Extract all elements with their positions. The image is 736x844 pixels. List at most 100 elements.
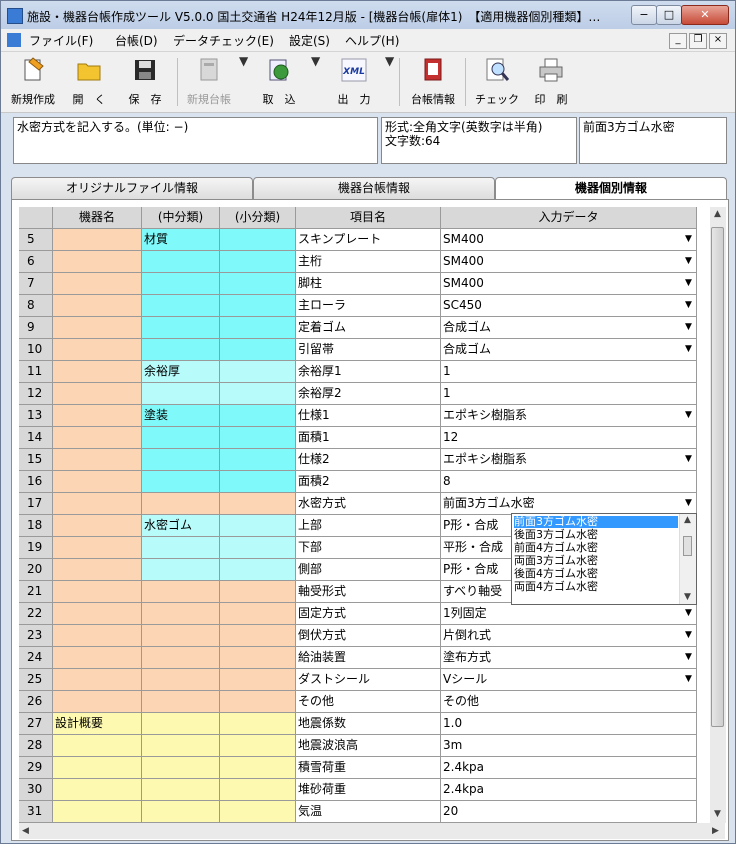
cell-input-data[interactable]: 1 [441, 383, 697, 405]
new-ledger-dropdown-icon[interactable]: ▼ [239, 54, 248, 110]
cell-input-data[interactable]: その他 [441, 691, 697, 713]
dropdown-scrollbar[interactable]: ▲ ▼ [679, 514, 696, 604]
dropdown-arrow-icon[interactable]: ▼ [681, 649, 696, 665]
dropdown-arrow-icon[interactable]: ▼ [681, 627, 696, 643]
cell-equipment-name: 設計概要 [53, 713, 142, 735]
dropdown-arrow-icon[interactable]: ▼ [681, 407, 696, 423]
close-button[interactable]: ✕ [681, 5, 729, 25]
cell-middle-class [142, 801, 220, 823]
cell-item-name: ダストシール [296, 669, 441, 691]
vertical-scrollbar[interactable]: ▲ ▼ [710, 207, 726, 823]
header-input-data[interactable]: 入力データ [441, 207, 697, 229]
scroll-up-icon[interactable]: ▲ [714, 209, 721, 219]
cell-middle-class [142, 735, 220, 757]
dropdown-option[interactable]: 前面3方ゴム水密 [514, 516, 678, 528]
menu-data-check[interactable]: データチェック(E) [173, 32, 274, 49]
current-value-box: 前面3方ゴム水密 [579, 117, 727, 164]
cell-input-data[interactable]: 前面3方ゴム水密 [441, 493, 697, 515]
new-button[interactable]: 新規作成 [5, 54, 61, 110]
import-button[interactable]: 取 込 [253, 54, 305, 110]
dropdown-arrow-icon[interactable]: ▼ [681, 231, 696, 247]
check-button[interactable]: チェック [469, 54, 525, 110]
horizontal-scrollbar[interactable]: ◀ ▶ [19, 823, 725, 839]
dropdown-option[interactable]: 両面4方ゴム水密 [514, 581, 598, 593]
cell-input-data[interactable]: エポキシ樹脂系 [441, 449, 697, 471]
dropdown-arrow-icon[interactable]: ▼ [681, 275, 696, 291]
menu-help[interactable]: ヘルプ(H) [345, 32, 399, 49]
watertight-dropdown-list[interactable]: ▲ ▼ 前面3方ゴム水密 後面3方ゴム水密 前面4方ゴム水密 両面3方ゴム水密 後面4方… [511, 513, 697, 605]
save-button[interactable]: 保 存 [119, 54, 171, 110]
scroll-down-icon[interactable]: ▼ [714, 809, 721, 819]
cell-input-data[interactable]: 20 [441, 801, 697, 823]
cell-input-data[interactable]: 1列固定 [441, 603, 697, 625]
cell-input-data[interactable]: SM400 [441, 273, 697, 295]
cell-input-data[interactable]: 塗布方式 [441, 647, 697, 669]
menu-ledger[interactable]: 台帳(D) [115, 32, 158, 49]
maximize-button[interactable]: □ [656, 5, 682, 25]
menu-file[interactable]: ファイル(F) [29, 32, 93, 49]
dropdown-arrow-icon[interactable]: ▼ [681, 605, 696, 621]
mdi-close-button[interactable]: × [709, 33, 727, 49]
cell-small-class [220, 757, 296, 779]
cell-input-data[interactable]: 2.4kpa [441, 779, 697, 801]
tab-ledger-info[interactable]: 機器台帳情報 [253, 177, 495, 200]
cell-input-data[interactable]: SM400 [441, 251, 697, 273]
dropdown-option[interactable]: 後面3方ゴム水密 [514, 529, 598, 541]
cell-input-data[interactable]: 1.0 [441, 713, 697, 735]
cell-input-data[interactable]: 片倒れ式 [441, 625, 697, 647]
cell-input-data[interactable]: 3m [441, 735, 697, 757]
cell-middle-class [142, 647, 220, 669]
dropdown-arrow-icon[interactable]: ▼ [681, 495, 696, 511]
cell-input-data[interactable]: 8 [441, 471, 697, 493]
print-button[interactable]: 印 刷 [525, 54, 577, 110]
table-row: 12 余裕厚2 1 [19, 383, 697, 405]
header-equipment-name[interactable]: 機器名 [53, 207, 142, 229]
menu-settings[interactable]: 設定(S) [289, 32, 330, 49]
dropdown-arrow-icon[interactable]: ▼ [681, 341, 696, 357]
cell-input-data[interactable]: 合成ゴム [441, 339, 697, 361]
cell-input-data[interactable]: SC450 [441, 295, 697, 317]
mdi-minimize-button[interactable]: _ [669, 33, 687, 49]
cell-input-data[interactable]: 2.4kpa [441, 757, 697, 779]
cell-middle-class [142, 603, 220, 625]
cell-input-data[interactable]: 1 [441, 361, 697, 383]
cell-small-class [220, 625, 296, 647]
new-ledger-button[interactable]: 新規台帳 [181, 54, 237, 110]
ledger-info-button[interactable]: 台帳情報 [405, 54, 461, 110]
tab-original-file-info[interactable]: オリジナルファイル情報 [11, 177, 253, 200]
tab-individual-info[interactable]: 機器個別情報 [495, 177, 727, 201]
scroll-left-icon[interactable]: ◀ [22, 826, 29, 836]
cell-input-data[interactable]: Vシール [441, 669, 697, 691]
cell-input-data[interactable]: SM400 [441, 229, 697, 251]
cell-middle-class [142, 449, 220, 471]
dropdown-arrow-icon[interactable]: ▼ [681, 451, 696, 467]
document-icon [7, 33, 21, 47]
dropdown-scroll-thumb[interactable] [683, 536, 692, 556]
dropdown-scroll-down-icon[interactable]: ▼ [684, 592, 691, 602]
cell-item-name: 面積1 [296, 427, 441, 449]
header-small-class[interactable]: (小分類) [220, 207, 296, 229]
cell-small-class [220, 493, 296, 515]
mdi-restore-button[interactable]: ❐ [689, 33, 707, 49]
corner-cell [19, 207, 53, 229]
dropdown-arrow-icon[interactable]: ▼ [681, 671, 696, 687]
header-item-name[interactable]: 項目名 [296, 207, 441, 229]
cell-input-data[interactable]: 合成ゴム [441, 317, 697, 339]
dropdown-scroll-up-icon[interactable]: ▲ [684, 515, 691, 525]
header-middle-class[interactable]: (中分類) [142, 207, 220, 229]
dropdown-arrow-icon[interactable]: ▼ [681, 319, 696, 335]
dropdown-option[interactable]: 両面3方ゴム水密 [514, 555, 598, 567]
output-dropdown-icon[interactable]: ▼ [385, 54, 394, 110]
cell-input-data[interactable]: 12 [441, 427, 697, 449]
import-dropdown-icon[interactable]: ▼ [311, 54, 320, 110]
dropdown-option[interactable]: 前面4方ゴム水密 [514, 542, 598, 554]
open-button[interactable]: 開 く [63, 54, 115, 110]
minimize-button[interactable]: − [631, 5, 657, 25]
scroll-thumb[interactable] [711, 227, 724, 727]
dropdown-arrow-icon[interactable]: ▼ [681, 253, 696, 269]
output-button[interactable]: XML 出 力 [325, 54, 383, 110]
cell-input-data[interactable]: エポキシ樹脂系 [441, 405, 697, 427]
scroll-right-icon[interactable]: ▶ [712, 826, 719, 836]
dropdown-option[interactable]: 後面4方ゴム水密 [514, 568, 598, 580]
dropdown-arrow-icon[interactable]: ▼ [681, 297, 696, 313]
